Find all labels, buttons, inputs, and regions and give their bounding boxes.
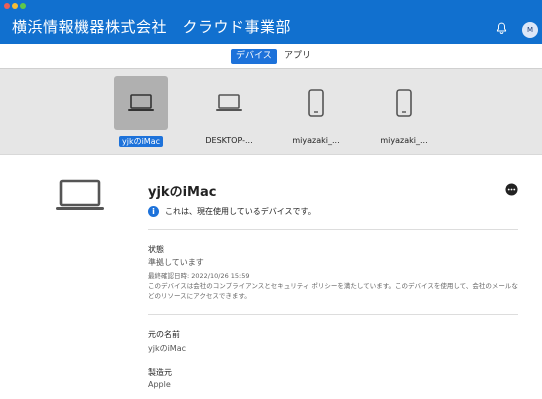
title-bar: 横浜情報機器株式会社 クラウド事業部 M [0, 0, 542, 44]
more-options-icon[interactable] [505, 183, 518, 196]
last-checked: 最終確認日時: 2022/10/26 15:59 [148, 272, 250, 280]
tab-bar: デバイス アプリ [0, 44, 542, 69]
device-label: miyazaki_... [292, 136, 340, 145]
device-label: DESKTOP-... [205, 136, 253, 145]
device-item-yjk-imac[interactable]: yjkのiMac [101, 76, 181, 152]
divider [148, 314, 518, 315]
device-item-miyazaki-2[interactable]: miyazaki_... [364, 76, 444, 152]
original-name-value: yjkのiMac [148, 344, 187, 353]
device-list: yjkのiMac DESKTOP-... miyazaki_... miyaza… [0, 69, 542, 154]
device-name: yjkのiMac [148, 185, 217, 200]
app-title: 横浜情報機器株式会社 クラウド事業部 [12, 18, 292, 36]
current-device-text: これは、現在使用しているデバイスです。 [165, 206, 316, 216]
zoom-window-button[interactable] [20, 3, 26, 9]
device-detail-panel: yjkのiMac i これは、現在使用しているデバイスです。 状態 準拠していま… [0, 154, 542, 399]
manufacturer-value: Apple [148, 380, 171, 389]
phone-icon [396, 89, 412, 117]
info-icon: i [148, 205, 159, 217]
status-heading: 状態 [148, 245, 164, 254]
device-item-miyazaki-1[interactable]: miyazaki_... [276, 76, 356, 152]
bell-icon[interactable] [495, 21, 508, 35]
device-item-desktop[interactable]: DESKTOP-... [189, 76, 269, 152]
device-label: yjkのiMac [118, 136, 163, 147]
manufacturer-heading: 製造元 [148, 368, 172, 377]
device-label: miyazaki_... [380, 136, 428, 145]
phone-icon [308, 89, 324, 117]
minimize-window-button[interactable] [12, 3, 18, 9]
laptop-icon [128, 94, 154, 111]
laptop-icon [216, 94, 242, 111]
laptop-icon [56, 179, 104, 210]
divider [148, 229, 518, 230]
compliance-note: このデバイスは会社のコンプライアンスとセキュリティ ポリシーを満たしています。こ… [148, 282, 518, 300]
tab-apps[interactable]: アプリ [279, 49, 316, 64]
status-value: 準拠しています [148, 258, 204, 267]
tab-devices[interactable]: デバイス [231, 49, 277, 64]
avatar[interactable]: M [522, 22, 538, 38]
current-device-notice: i これは、現在使用しているデバイスです。 [148, 204, 316, 218]
original-name-heading: 元の名前 [148, 330, 180, 339]
close-window-button[interactable] [4, 3, 10, 9]
